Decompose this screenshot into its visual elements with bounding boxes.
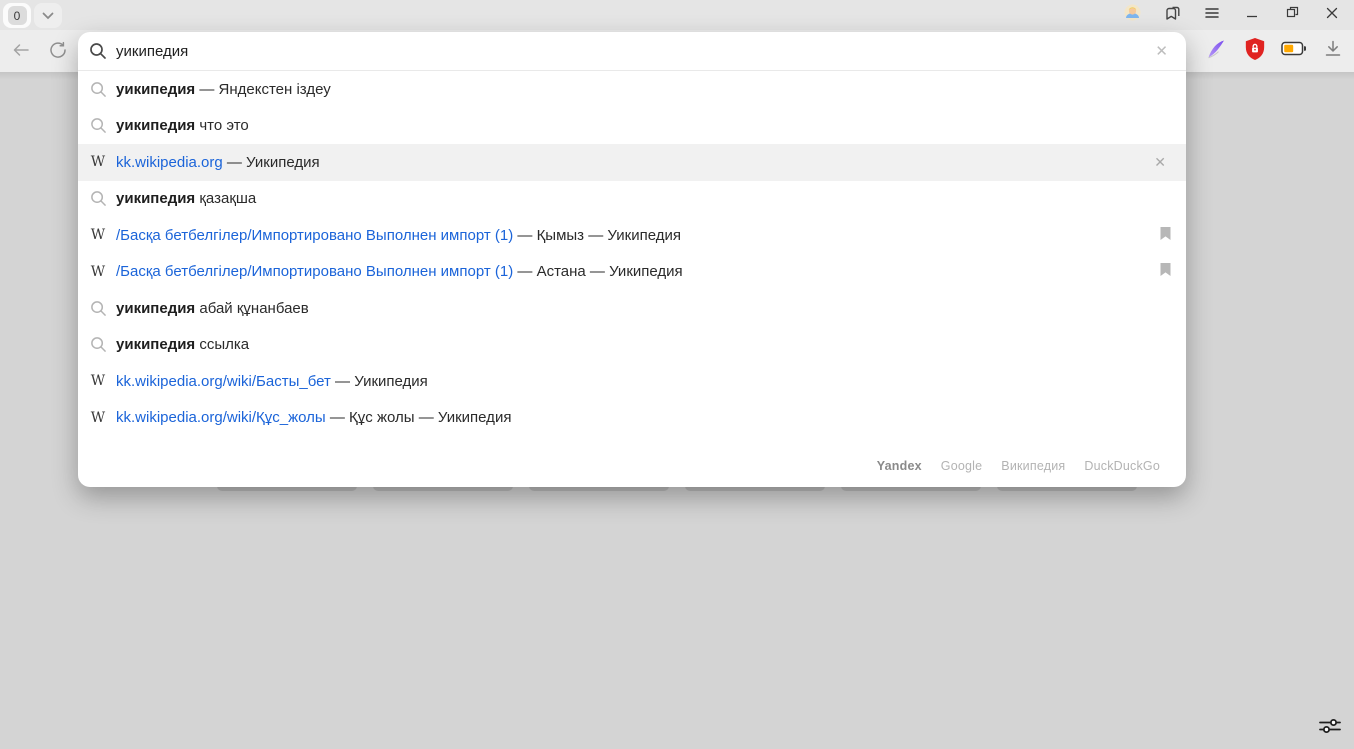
suggestion-text: уикипедия — Яндекстен іздеу [116,81,1172,98]
omnibox-dropdown: ✕ W уикипедия — Яндекстен іздеу ✕ W уики… [78,32,1186,487]
suggestion-text: уикипедия что это [116,117,1172,134]
address-input[interactable] [116,43,1151,60]
suggestion-row[interactable]: W kk.wikipedia.org — Уикипедия ✕ [78,144,1186,181]
wikipedia-favicon: W [88,411,108,425]
suggestion-text: /Басқа бетбелгілер/Импортировано Выполне… [116,227,1159,244]
suggestion-text: kk.wikipedia.org — Уикипедия [116,154,1148,171]
remove-suggestion-button[interactable]: ✕ [1148,152,1172,173]
search-icon [88,336,108,353]
suggestion-text: /Басқа бетбелгілер/Импортировано Выполне… [116,263,1159,280]
suggestion-text: уикипедия ссылка [116,336,1172,353]
quill-pen-icon [1205,38,1227,65]
search-icon [88,42,108,60]
downloads-button[interactable] [1320,38,1346,64]
back-arrow-icon [12,43,30,62]
suggestion-row[interactable]: W /Басқа бетбелгілер/Импортировано Выпол… [78,217,1186,254]
reload-button[interactable] [45,39,71,65]
suggestion-text: kk.wikipedia.org/wiki/Басты_бет — Уикипе… [116,373,1172,390]
avatar-icon [1124,4,1141,26]
suggestion-text: уикипедия қазақша [116,190,1172,207]
search-engine-option[interactable]: Google [941,459,983,473]
suggestion-text: kk.wikipedia.org/wiki/Құс_жолы — Құс жол… [116,409,1172,426]
clear-query-button[interactable]: ✕ [1151,40,1172,62]
close-icon [1326,6,1338,24]
bookmark-icon [1159,226,1172,245]
suggestion-row[interactable]: W уикипедия что это ✕ [78,108,1186,145]
menu-button[interactable] [1200,3,1224,27]
quick-settings-button[interactable] [1317,717,1343,739]
suggestion-list: W уикипедия — Яндекстен іздеу ✕ W уикипе… [78,71,1186,436]
battery-icon [1281,41,1307,61]
back-button[interactable] [8,39,34,65]
wikipedia-favicon: W [88,374,108,388]
search-engine-option[interactable]: Википедия [1001,459,1065,473]
search-engine-option[interactable]: DuckDuckGo [1084,459,1160,473]
suggestion-row[interactable]: W kk.wikipedia.org/wiki/Басты_бет — Уики… [78,363,1186,400]
suggestion-row[interactable]: W kk.wikipedia.org/wiki/Құс_жолы — Құс ж… [78,400,1186,437]
suggestion-row[interactable]: W /Басқа бетбелгілер/Импортировано Выпол… [78,254,1186,291]
restore-icon [1286,6,1299,24]
hamburger-icon [1205,6,1219,24]
suggestion-row[interactable]: W уикипедия — Яндекстен іздеу ✕ [78,71,1186,108]
search-engine-option[interactable]: Yandex [877,459,922,473]
quill-extension-button[interactable] [1203,38,1229,64]
collections-icon [1163,4,1181,27]
tab-list-button[interactable] [34,3,62,28]
minimize-button[interactable] [1240,3,1264,27]
suggestion-row[interactable]: W уикипедия ссылка ✕ [78,327,1186,364]
bookmark-icon [1159,262,1172,281]
reload-icon [49,41,67,64]
minimize-icon [1246,6,1258,24]
sliders-icon [1318,717,1342,740]
chevron-down-icon [42,7,54,25]
tab-strip: 0 [0,0,1354,30]
active-tab[interactable]: 0 [3,3,31,28]
tab-counter-badge: 0 [8,6,27,25]
search-icon [88,190,108,207]
download-icon [1325,40,1341,62]
omnibox: ✕ [78,32,1186,70]
shield-lock-icon [1244,37,1266,66]
close-button[interactable] [1320,3,1344,27]
side-panel-button[interactable] [1160,3,1184,27]
search-icon [88,81,108,98]
suggestion-text: уикипедия абай құнанбаев [116,300,1172,317]
wikipedia-favicon: W [88,155,108,169]
wikipedia-favicon: W [88,265,108,279]
restore-button[interactable] [1280,3,1304,27]
search-engine-switcher: Yandex Google Википедия DuckDuckGo [877,459,1160,473]
search-icon [88,117,108,134]
profile-avatar-button[interactable] [1120,3,1144,27]
search-icon [88,300,108,317]
battery-saver-button[interactable] [1281,38,1307,64]
suggestion-row[interactable]: W уикипедия қазақша ✕ [78,181,1186,218]
wikipedia-favicon: W [88,228,108,242]
protect-shield-button[interactable] [1242,38,1268,64]
suggestion-row[interactable]: W уикипедия абай құнанбаев ✕ [78,290,1186,327]
